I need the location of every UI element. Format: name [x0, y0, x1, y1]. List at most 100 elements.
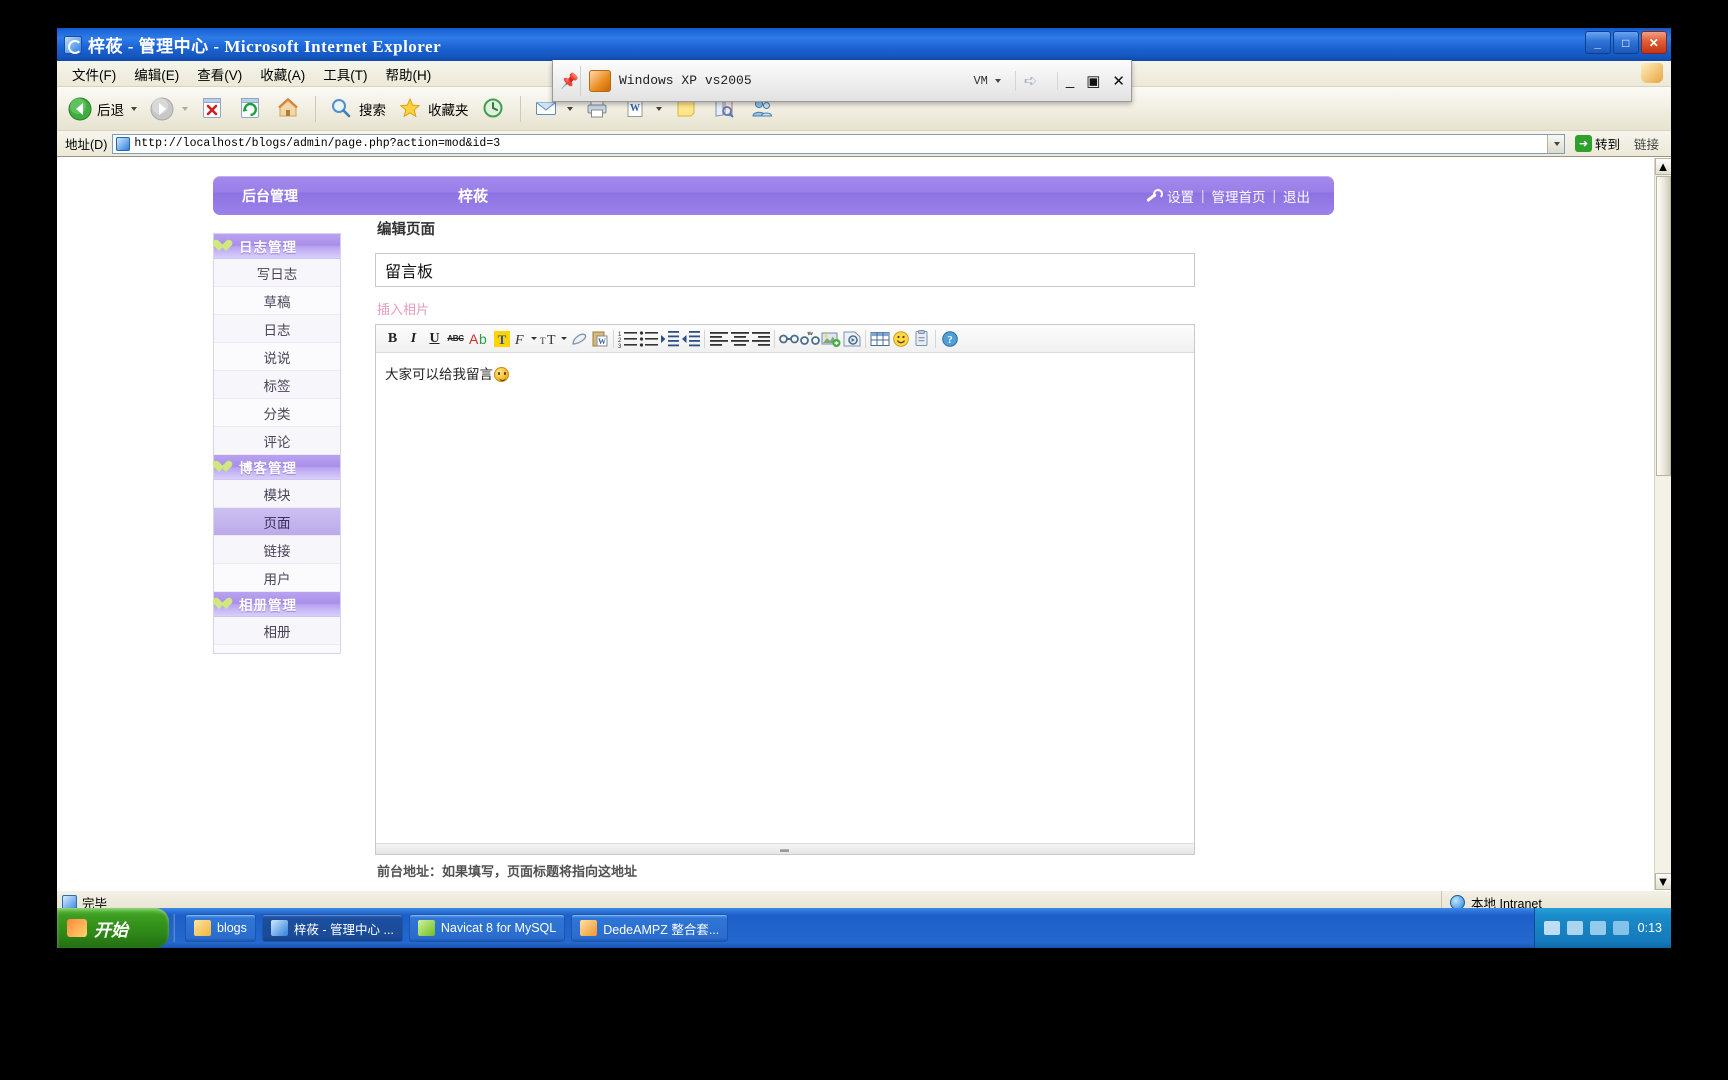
menu-tools[interactable]: 工具(T): [314, 62, 376, 86]
remove-link-icon[interactable]: [799, 328, 820, 350]
address-input[interactable]: http://localhost/blogs/admin/page.php?ac…: [112, 133, 1565, 154]
start-button[interactable]: 开始: [57, 908, 169, 948]
ie-address-bar[interactable]: 地址(D) http://localhost/blogs/admin/page.…: [57, 131, 1671, 157]
indent-icon[interactable]: [659, 328, 680, 350]
sidebar-item-pages[interactable]: 页面: [214, 508, 340, 536]
sidebar-item-posts[interactable]: 日志: [214, 315, 340, 343]
sidebar-item-talks[interactable]: 说说: [214, 343, 340, 371]
help-tray-icon[interactable]: [1566, 921, 1583, 935]
strikethrough-icon[interactable]: ABC: [445, 328, 466, 350]
unordered-list-icon[interactable]: [638, 328, 659, 350]
editor-content-area[interactable]: 大家可以给我留言: [376, 353, 1194, 843]
minimize-button[interactable]: _: [1585, 31, 1611, 54]
back-button[interactable]: 后退: [63, 94, 141, 124]
page-vertical-scrollbar[interactable]: ▲ ▼: [1654, 158, 1671, 890]
header-actions[interactable]: 设置 | 管理首页 | 退出: [1145, 186, 1310, 206]
text-color-icon[interactable]: A b: [466, 328, 491, 350]
network-tray-icon[interactable]: [1589, 921, 1606, 935]
links-label[interactable]: 链接: [1630, 134, 1667, 153]
scroll-thumb[interactable]: [1655, 176, 1671, 476]
editor-toolbar[interactable]: B I U ABC A b T F T T W 1 2 3 ?: [376, 325, 1194, 353]
settings-link[interactable]: 设置: [1167, 186, 1194, 206]
insert-link-icon[interactable]: [778, 328, 799, 350]
menu-help[interactable]: 帮助(H): [377, 62, 441, 86]
sidebar-item-tags[interactable]: 标签: [214, 371, 340, 399]
align-left-icon[interactable]: [708, 328, 729, 350]
insert-emoticon-icon[interactable]: [890, 328, 911, 350]
sidebar-item-comments[interactable]: 评论: [214, 427, 340, 455]
taskbar-item-navicat[interactable]: Navicat 8 for MySQL: [408, 914, 566, 942]
go-button[interactable]: ➜ 转到: [1570, 134, 1625, 153]
favorites-button[interactable]: 收藏夹: [394, 94, 473, 124]
editor-resize-handle[interactable]: ▬: [376, 843, 1194, 854]
font-size-icon[interactable]: T T: [538, 328, 568, 350]
bold-icon[interactable]: B: [382, 328, 403, 350]
maximize-button[interactable]: □: [1613, 31, 1639, 54]
stop-button[interactable]: [196, 94, 230, 124]
outdent-icon[interactable]: [680, 328, 701, 350]
vm-restore-button[interactable]: ▣: [1086, 72, 1100, 90]
sidebar-item-modules[interactable]: 模块: [214, 480, 340, 508]
search-icon: [329, 96, 355, 122]
paste-from-word-icon[interactable]: W: [589, 328, 610, 350]
sidebar-item-categories[interactable]: 分类: [214, 399, 340, 427]
edit-dropdown-icon[interactable]: [655, 106, 662, 111]
italic-icon[interactable]: I: [403, 328, 424, 350]
refresh-button[interactable]: [234, 94, 268, 124]
keyboard-tray-icon[interactable]: [1543, 921, 1560, 935]
address-dropdown-icon[interactable]: [1546, 134, 1564, 153]
vm-close-button[interactable]: ✕: [1112, 72, 1125, 90]
insert-image-icon[interactable]: [820, 328, 841, 350]
page-title-input[interactable]: 留言板: [375, 253, 1195, 287]
ie-window-controls[interactable]: _ □ ✕: [1585, 31, 1667, 54]
menu-favorites[interactable]: 收藏(A): [251, 62, 314, 86]
sidebar-item-links[interactable]: 链接: [214, 536, 340, 564]
taskbar-clock[interactable]: 0:13: [1636, 921, 1662, 935]
pin-icon[interactable]: 📌: [559, 65, 581, 96]
history-button[interactable]: [477, 94, 511, 124]
forward-button[interactable]: [145, 94, 192, 124]
highlight-color-icon[interactable]: T: [491, 328, 512, 350]
align-right-icon[interactable]: [750, 328, 771, 350]
remove-format-icon[interactable]: [568, 328, 589, 350]
insert-table-icon[interactable]: [869, 328, 890, 350]
font-family-icon[interactable]: F: [512, 328, 538, 350]
help-icon[interactable]: ?: [939, 328, 960, 350]
vm-minimize-button[interactable]: _: [1066, 72, 1074, 89]
chevron-down-icon: [994, 78, 1001, 83]
close-button[interactable]: ✕: [1641, 31, 1667, 54]
forward-dropdown-icon[interactable]: [182, 106, 188, 111]
scroll-down-button[interactable]: ▼: [1654, 873, 1671, 890]
heart-icon: [218, 460, 233, 474]
vm-window-controls[interactable]: _ ▣ ✕: [1056, 71, 1125, 90]
admin-home-link[interactable]: 管理首页: [1211, 186, 1265, 206]
volume-tray-icon[interactable]: [1612, 921, 1629, 935]
ordered-list-icon[interactable]: 1 2 3: [617, 328, 638, 350]
search-button[interactable]: 搜索: [325, 94, 390, 124]
scroll-up-button[interactable]: ▲: [1654, 158, 1671, 175]
sidebar-item-drafts[interactable]: 草稿: [214, 287, 340, 315]
insert-flash-icon[interactable]: [841, 328, 862, 350]
ie-window-icon: [64, 35, 82, 54]
svg-text:3: 3: [618, 344, 622, 348]
taskbar-item-blogs[interactable]: blogs: [185, 914, 256, 942]
menu-file[interactable]: 文件(F): [63, 62, 125, 86]
sidebar-item-write-post[interactable]: 写日志: [214, 259, 340, 287]
sidebar-item-albums[interactable]: 相册: [214, 617, 340, 645]
sidebar-item-users[interactable]: 用户: [214, 564, 340, 592]
taskbar-item-dedeampz[interactable]: DedeAMPZ 整合套...: [571, 914, 729, 942]
home-button[interactable]: [272, 94, 306, 124]
back-dropdown-icon[interactable]: [131, 106, 137, 111]
taskbar-item-admin-center[interactable]: 梓莜 - 管理中心 ...: [261, 914, 403, 942]
insert-photo-link[interactable]: 插入相片: [377, 299, 1195, 318]
logout-link[interactable]: 退出: [1283, 186, 1310, 206]
mail-dropdown-icon[interactable]: [566, 106, 573, 111]
scroll-track[interactable]: [1654, 477, 1671, 873]
vm-menu-button[interactable]: VM: [973, 74, 1001, 88]
align-center-icon[interactable]: [729, 328, 750, 350]
vm-forward-arrow-icon[interactable]: ➪: [1014, 70, 1039, 91]
insert-attachment-icon[interactable]: [911, 328, 932, 350]
menu-edit[interactable]: 编辑(E): [125, 62, 188, 86]
menu-view[interactable]: 查看(V): [188, 62, 251, 86]
underline-icon[interactable]: U: [424, 328, 445, 350]
